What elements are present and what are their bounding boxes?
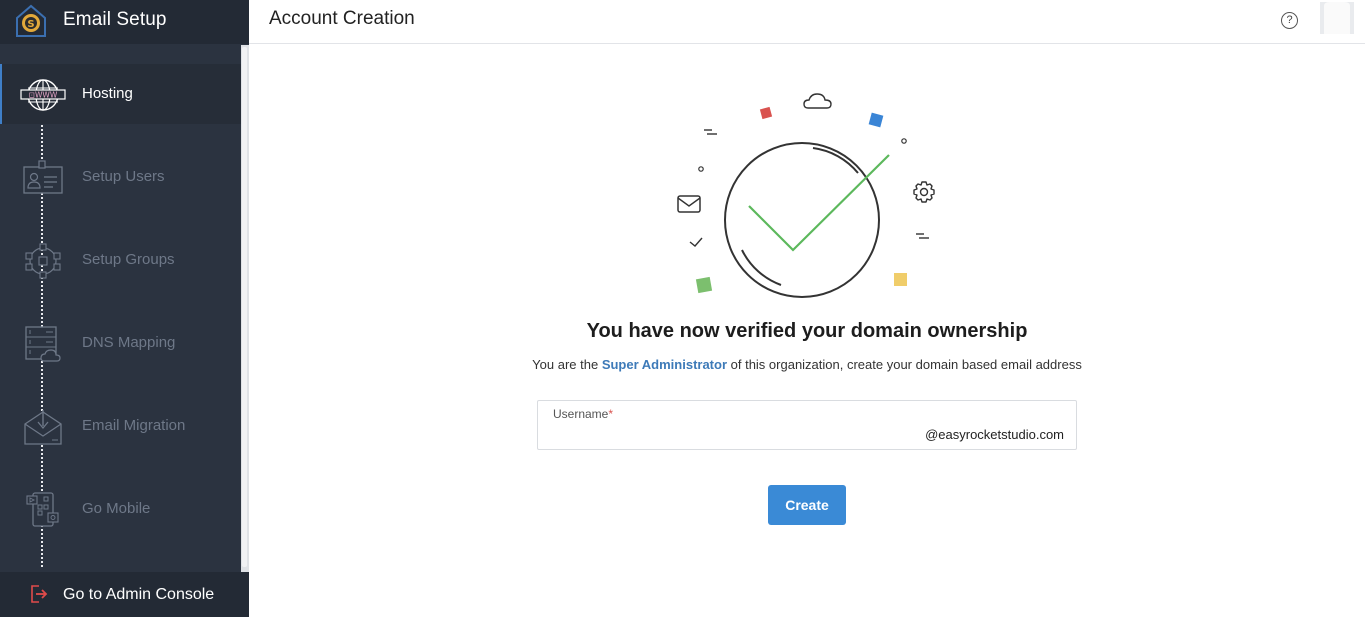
nav-label: Email Migration: [82, 417, 186, 434]
envelope-download-icon: [24, 410, 62, 445]
verification-headline: You have now verified your domain owners…: [586, 320, 1028, 342]
nav-label: Setup Groups: [82, 251, 175, 268]
domain-suffix: @easyrocketstudio.com: [925, 427, 1064, 442]
nav-item-setup-groups[interactable]: Setup Groups: [0, 230, 241, 290]
nav-label: Setup Users: [82, 168, 165, 185]
mobile-apps-icon: [26, 492, 59, 527]
exit-icon: [31, 585, 48, 603]
sidebar-scrollbar-thumb[interactable]: [242, 47, 247, 567]
create-button[interactable]: Create: [768, 485, 846, 525]
nav-item-hosting[interactable]: ⊡WWW Hosting: [0, 64, 241, 124]
brand-header: S Email Setup: [0, 0, 249, 44]
nav-item-dns-mapping[interactable]: DNS Mapping: [0, 313, 241, 373]
gear-icon: [913, 181, 935, 203]
confetti-green: [695, 276, 713, 294]
app-title: Email Setup: [63, 9, 167, 30]
subtext-prefix: You are the: [532, 357, 602, 372]
svg-text:S: S: [27, 19, 34, 30]
dot-mark: [698, 166, 704, 172]
top-header: Account Creation ?: [249, 0, 1365, 44]
svg-text:⊡WWW: ⊡WWW: [29, 91, 58, 100]
nav-label: Go Mobile: [82, 500, 151, 517]
sidebar: S Email Setup ⊡WWW Hosting Setup Users S…: [0, 0, 249, 617]
group-network-icon: [25, 243, 61, 279]
email-setup-logo-icon: S: [16, 4, 46, 37]
verification-subtext: You are the Super Administrator of this …: [249, 357, 1365, 372]
user-avatar[interactable]: [1320, 2, 1354, 34]
admin-console-label: Go to Admin Console: [63, 586, 215, 603]
nav-item-go-mobile[interactable]: Go Mobile: [0, 479, 241, 539]
globe-www-icon: ⊡WWW: [20, 79, 66, 111]
confetti-red: [759, 106, 773, 120]
id-card-icon: [23, 160, 63, 194]
cloud-icon: [803, 93, 832, 109]
inner-arc-bottom: [741, 249, 782, 286]
avatar-silhouette-icon: [1320, 2, 1354, 34]
page-title: Account Creation: [269, 8, 415, 29]
app-root: S Email Setup ⊡WWW Hosting Setup Users S…: [0, 0, 1365, 617]
nav-item-setup-users[interactable]: Setup Users: [0, 147, 241, 207]
username-label: Username*: [553, 407, 613, 421]
username-field[interactable]: Username* @easyrocketstudio.com: [537, 400, 1077, 450]
required-marker: *: [608, 407, 614, 421]
subtext-suffix: of this organization, create your domain…: [727, 357, 1082, 372]
confetti-blue: [868, 112, 884, 128]
username-label-text: Username: [553, 407, 609, 421]
nav-item-email-migration[interactable]: Email Migration: [0, 396, 241, 456]
server-cloud-icon: [25, 326, 61, 362]
username-input[interactable]: [552, 425, 912, 445]
dot-mark: [901, 138, 907, 144]
small-check-icon: [689, 237, 703, 247]
check-circle: [724, 142, 880, 298]
confetti-yellow: [894, 273, 907, 286]
nav-label: DNS Mapping: [82, 334, 176, 351]
go-to-admin-console-link[interactable]: Go to Admin Console: [0, 572, 249, 617]
nav-label: Hosting: [82, 85, 133, 102]
envelope-icon: [677, 195, 701, 213]
green-checkmark: [748, 154, 890, 252]
success-illustration: [677, 93, 935, 298]
help-icon[interactable]: ?: [1281, 12, 1298, 29]
envelope-flap: [677, 197, 701, 207]
super-administrator-role: Super Administrator: [601, 357, 728, 372]
